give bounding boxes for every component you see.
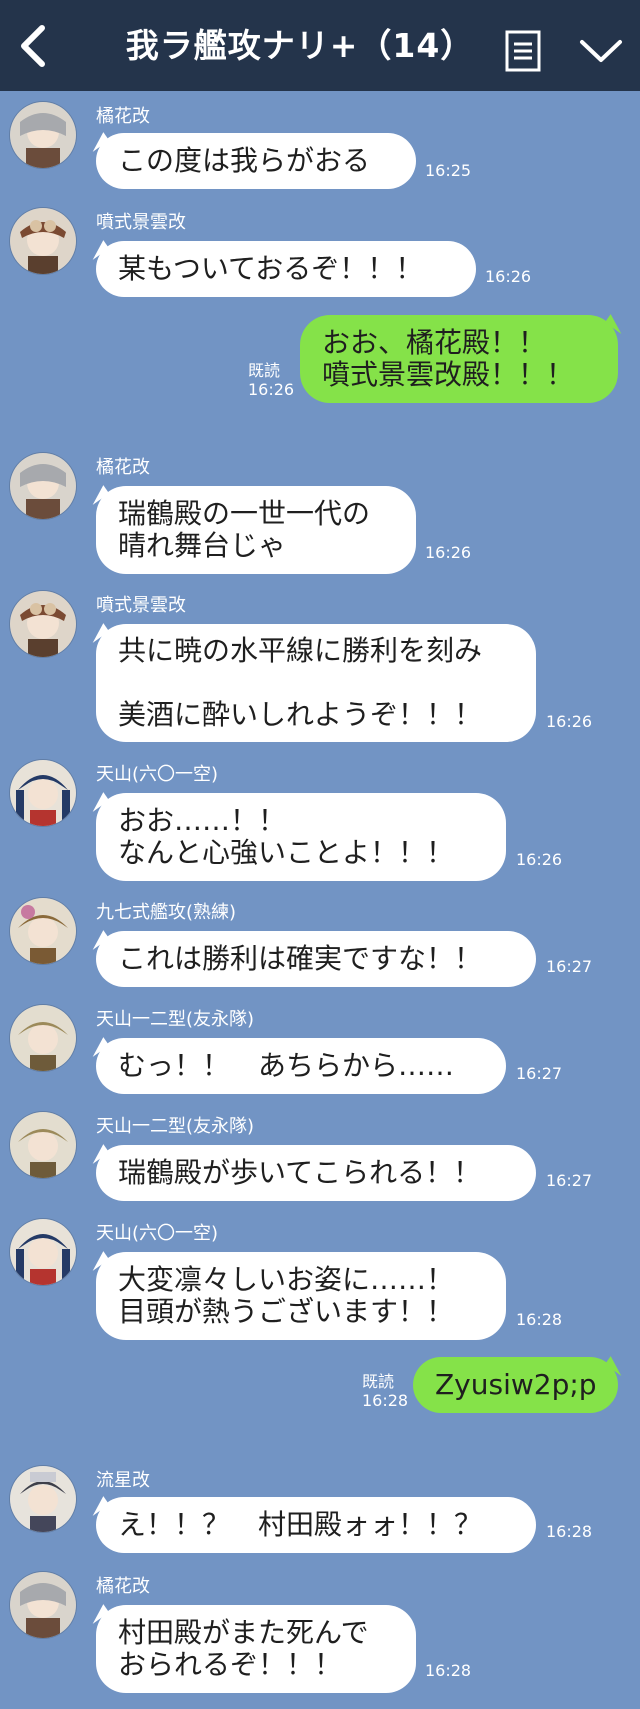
chat-header: 我ラ艦攻ナリ+（14） xyxy=(0,0,640,91)
sender-name: 天山一二型(友永隊) xyxy=(96,1009,255,1030)
chevron-down-icon[interactable] xyxy=(578,36,624,66)
avatar[interactable] xyxy=(10,591,76,657)
message-time: 16:28 xyxy=(425,1661,472,1680)
avatar[interactable] xyxy=(10,1219,76,1285)
message-bubble[interactable]: 村田殿がまた死んで おられるぞ！！！ xyxy=(96,1605,416,1693)
message-time: 16:28 xyxy=(546,1522,593,1541)
sender-name: 橘花改 xyxy=(96,1576,150,1597)
message-bubble[interactable]: 大変凛々しいお姿に……！ 目頭が熱うございます！！ xyxy=(96,1252,506,1340)
sender-name: 噴式景雲改 xyxy=(96,595,186,616)
sender-name: 天山一二型(友永隊) xyxy=(96,1116,255,1137)
message-bubble[interactable]: おお、橘花殿！！ 噴式景雲改殿！！！ xyxy=(300,315,618,403)
avatar[interactable] xyxy=(10,102,76,168)
avatar[interactable] xyxy=(10,898,76,964)
message-bubble[interactable]: おお……！！ なんと心強いことよ！！！ xyxy=(96,793,506,881)
message-time: 16:27 xyxy=(546,1171,593,1190)
avatar[interactable] xyxy=(10,453,76,519)
read-receipt: 既読 16:26 xyxy=(248,361,294,399)
message-time: 16:26 xyxy=(516,850,563,869)
sender-name: 九七式艦攻(熟練) xyxy=(96,902,237,923)
read-receipt: 既読 16:28 xyxy=(362,1372,408,1410)
sender-name: 天山(六〇一空) xyxy=(96,1223,219,1244)
message-bubble[interactable]: むっ！！ あちらから…… xyxy=(96,1038,506,1094)
message-bubble[interactable]: 共に暁の水平線に勝利を刻み 美酒に酔いしれようぞ！！！ xyxy=(96,624,536,742)
sender-name: 橘花改 xyxy=(96,106,150,127)
sender-name: 天山(六〇一空) xyxy=(96,764,219,785)
read-label: 既読 xyxy=(248,361,281,380)
avatar[interactable] xyxy=(10,760,76,826)
message-time: 16:27 xyxy=(516,1064,563,1083)
sender-name: 噴式景雲改 xyxy=(96,212,186,233)
avatar[interactable] xyxy=(10,1112,76,1178)
message-bubble[interactable]: 瑞鶴殿の一世一代の 晴れ舞台じゃ xyxy=(96,486,416,574)
sender-name: 流星改 xyxy=(96,1470,150,1491)
chat-title: 我ラ艦攻ナリ+（14） xyxy=(125,26,475,65)
avatar[interactable] xyxy=(10,208,76,274)
message-time: 16:28 xyxy=(516,1310,563,1329)
message-time: 16:28 xyxy=(362,1391,409,1410)
avatar[interactable] xyxy=(10,1005,76,1071)
message-time: 16:26 xyxy=(425,543,472,562)
message-bubble[interactable]: この度は我らがおる xyxy=(96,133,416,189)
message-time: 16:26 xyxy=(485,267,532,286)
message-bubble[interactable]: 某もついておるぞ！！！ xyxy=(96,241,476,297)
avatar[interactable] xyxy=(10,1466,76,1532)
message-bubble[interactable]: 瑞鶴殿が歩いてこられる！！ xyxy=(96,1145,536,1201)
chevron-left-icon[interactable] xyxy=(14,24,54,68)
read-label: 既読 xyxy=(362,1372,395,1391)
message-time: 16:26 xyxy=(546,712,593,731)
message-bubble[interactable]: これは勝利は確実ですな！！ xyxy=(96,931,536,987)
avatar[interactable] xyxy=(10,1572,76,1638)
message-time: 16:27 xyxy=(546,957,593,976)
message-time: 16:25 xyxy=(425,161,472,180)
message-bubble[interactable]: え！！？ 村田殿ォォ！！？ xyxy=(96,1497,536,1553)
message-time: 16:26 xyxy=(248,380,295,399)
list-icon[interactable] xyxy=(505,30,541,72)
message-bubble[interactable]: Zyusiw2p;p xyxy=(413,1357,618,1413)
sender-name: 橘花改 xyxy=(96,457,150,478)
